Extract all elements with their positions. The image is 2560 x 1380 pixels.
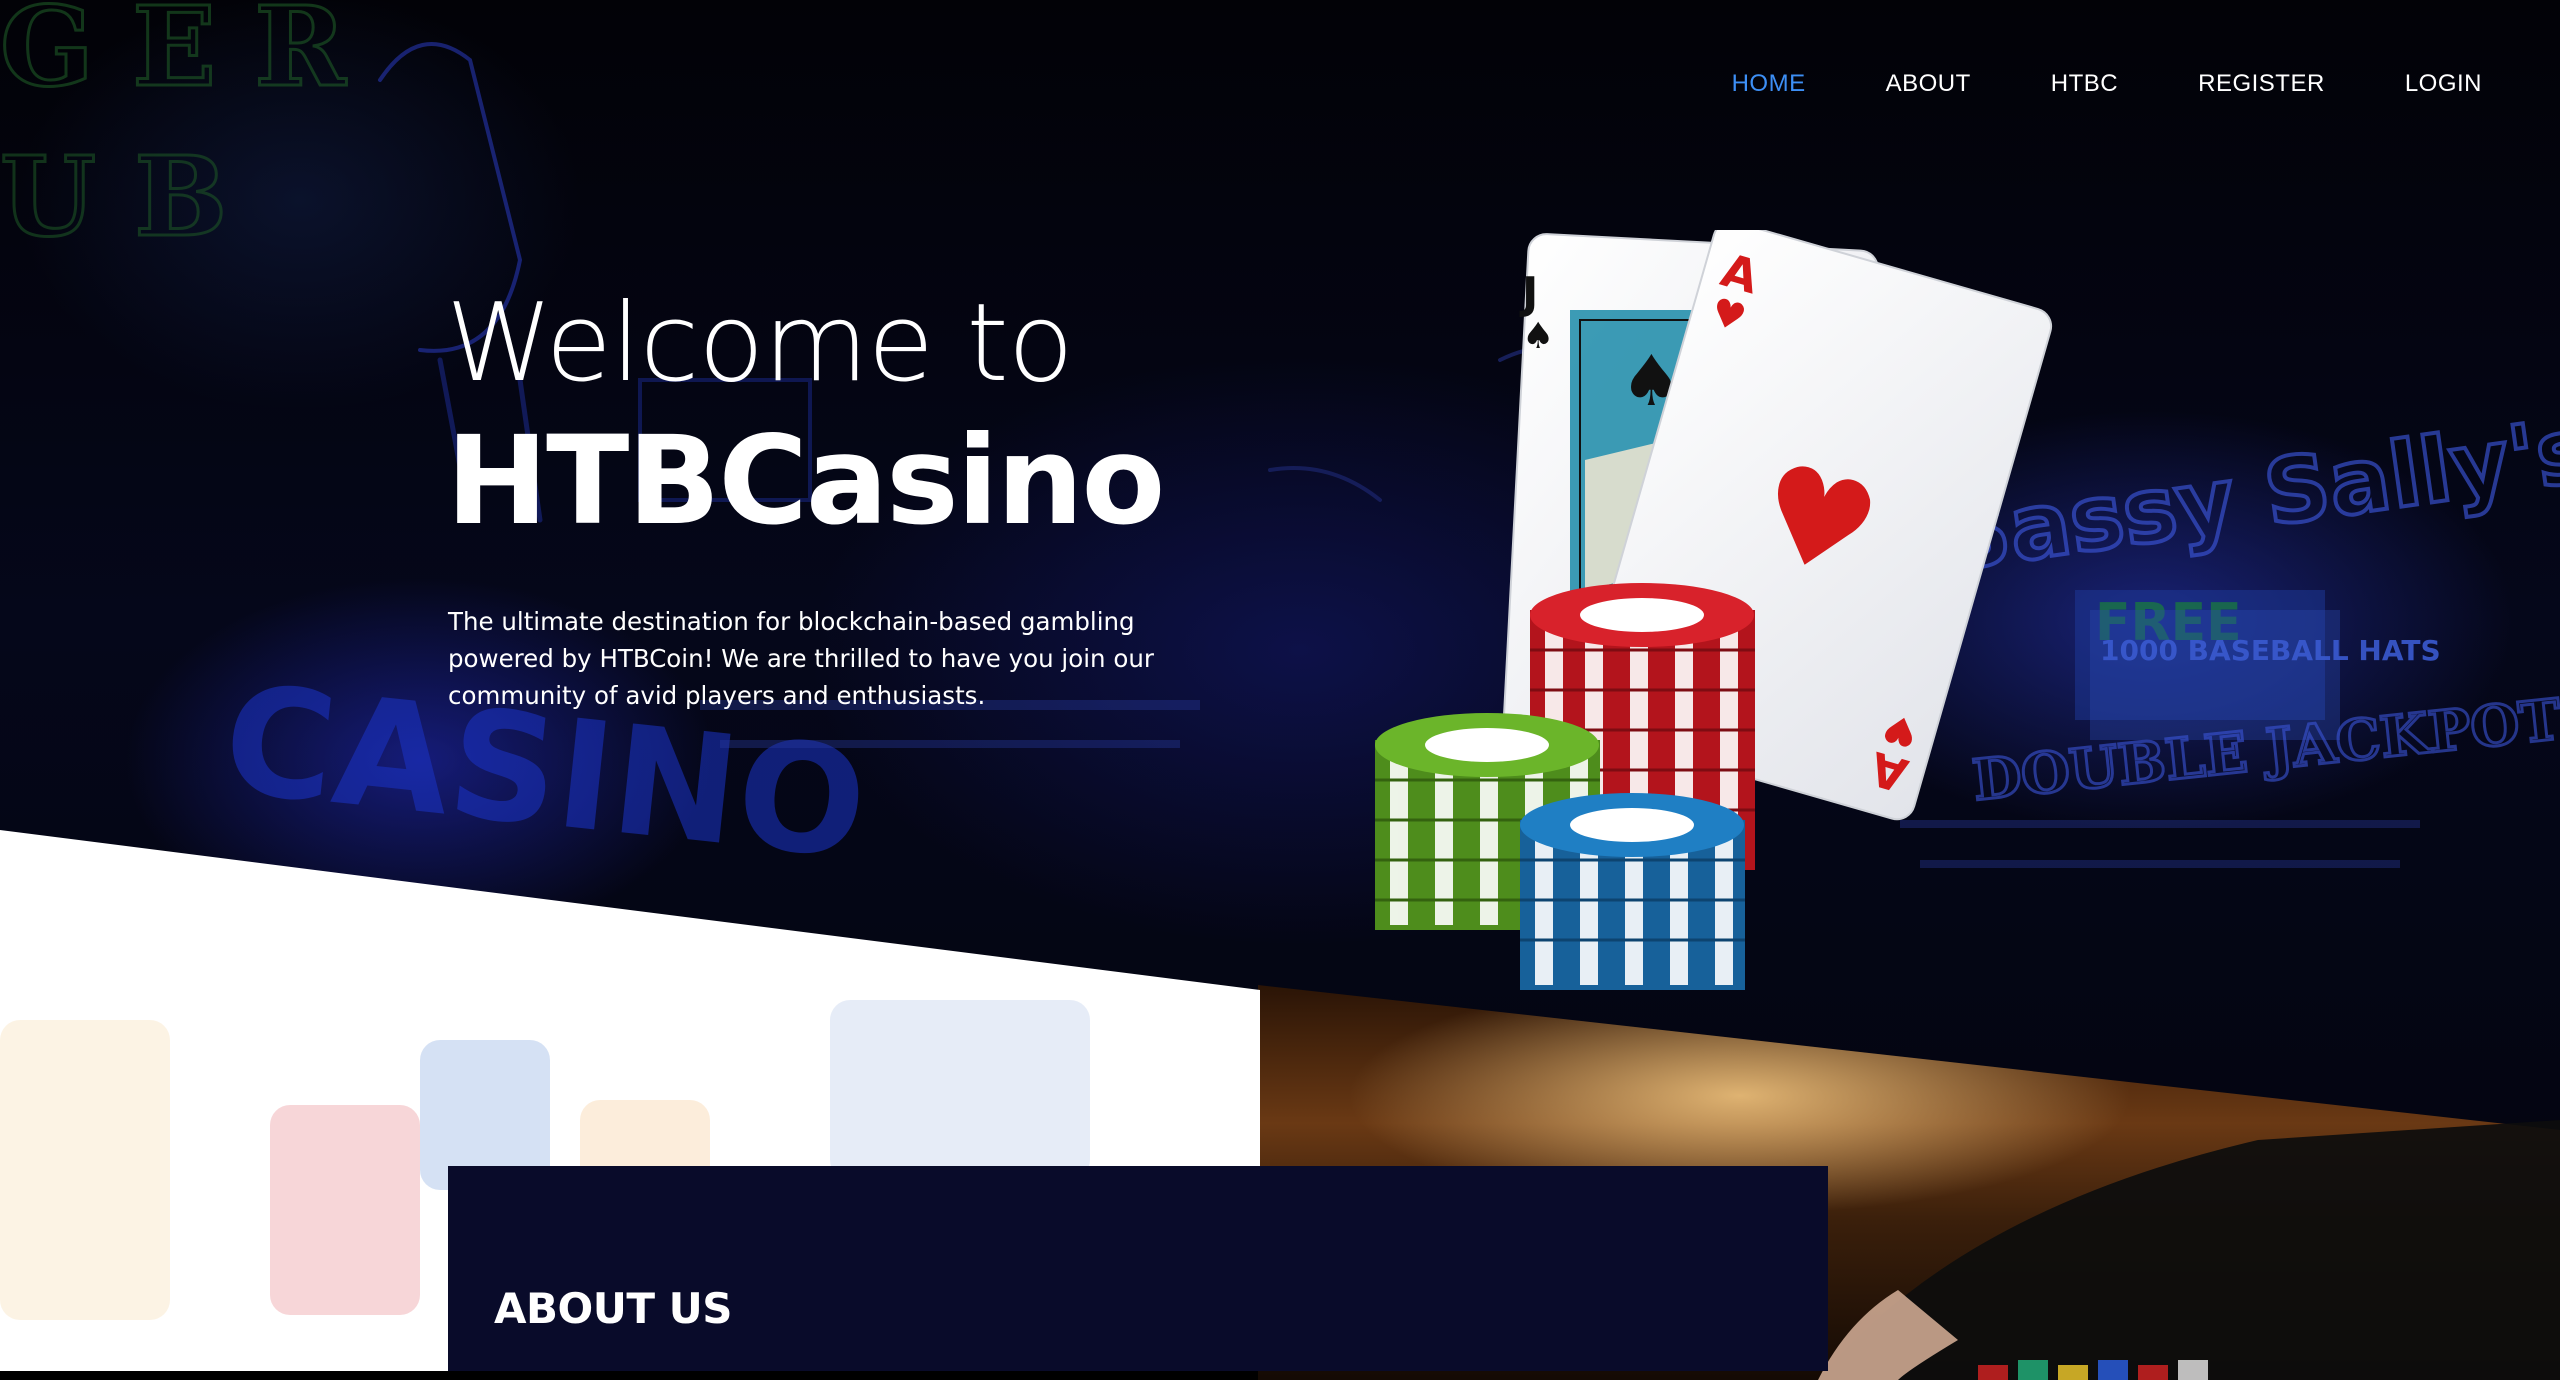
about-title: ABOUT US [494, 1284, 732, 1333]
hero-title-line2: HTBCasino [446, 410, 1165, 552]
jack-rank-label: J [1519, 268, 1538, 319]
cards-and-chips-illustration: J ♠ ♠ A ♥ ♥ A ♥ [1375, 230, 2053, 990]
neon-letters-left: U B [0, 132, 227, 261]
about-section: ABOUT US [448, 1166, 1828, 1371]
nav-login-link[interactable]: LOGIN [2405, 70, 2482, 98]
hero-description: The ultimate destination for blockchain-… [448, 607, 1154, 710]
nav-about-link[interactable]: ABOUT [1886, 70, 1971, 98]
main-nav: HOME ABOUT HTBC REGISTER LOGIN [1652, 70, 2482, 98]
nav-home-link[interactable]: HOME [1732, 70, 1806, 98]
nav-register-link[interactable]: REGISTER [2198, 70, 2325, 98]
neon-letters-top-left: G E R [0, 0, 347, 111]
neon-hats-sign: 1000 BASEBALL HATS [2100, 634, 2441, 667]
nav-htbc-link[interactable]: HTBC [2051, 70, 2118, 98]
spade-icon: ♠ [1522, 316, 1554, 357]
hero-title-line1: Welcome to [446, 281, 1074, 406]
blue-chip-stack [1520, 793, 1745, 990]
